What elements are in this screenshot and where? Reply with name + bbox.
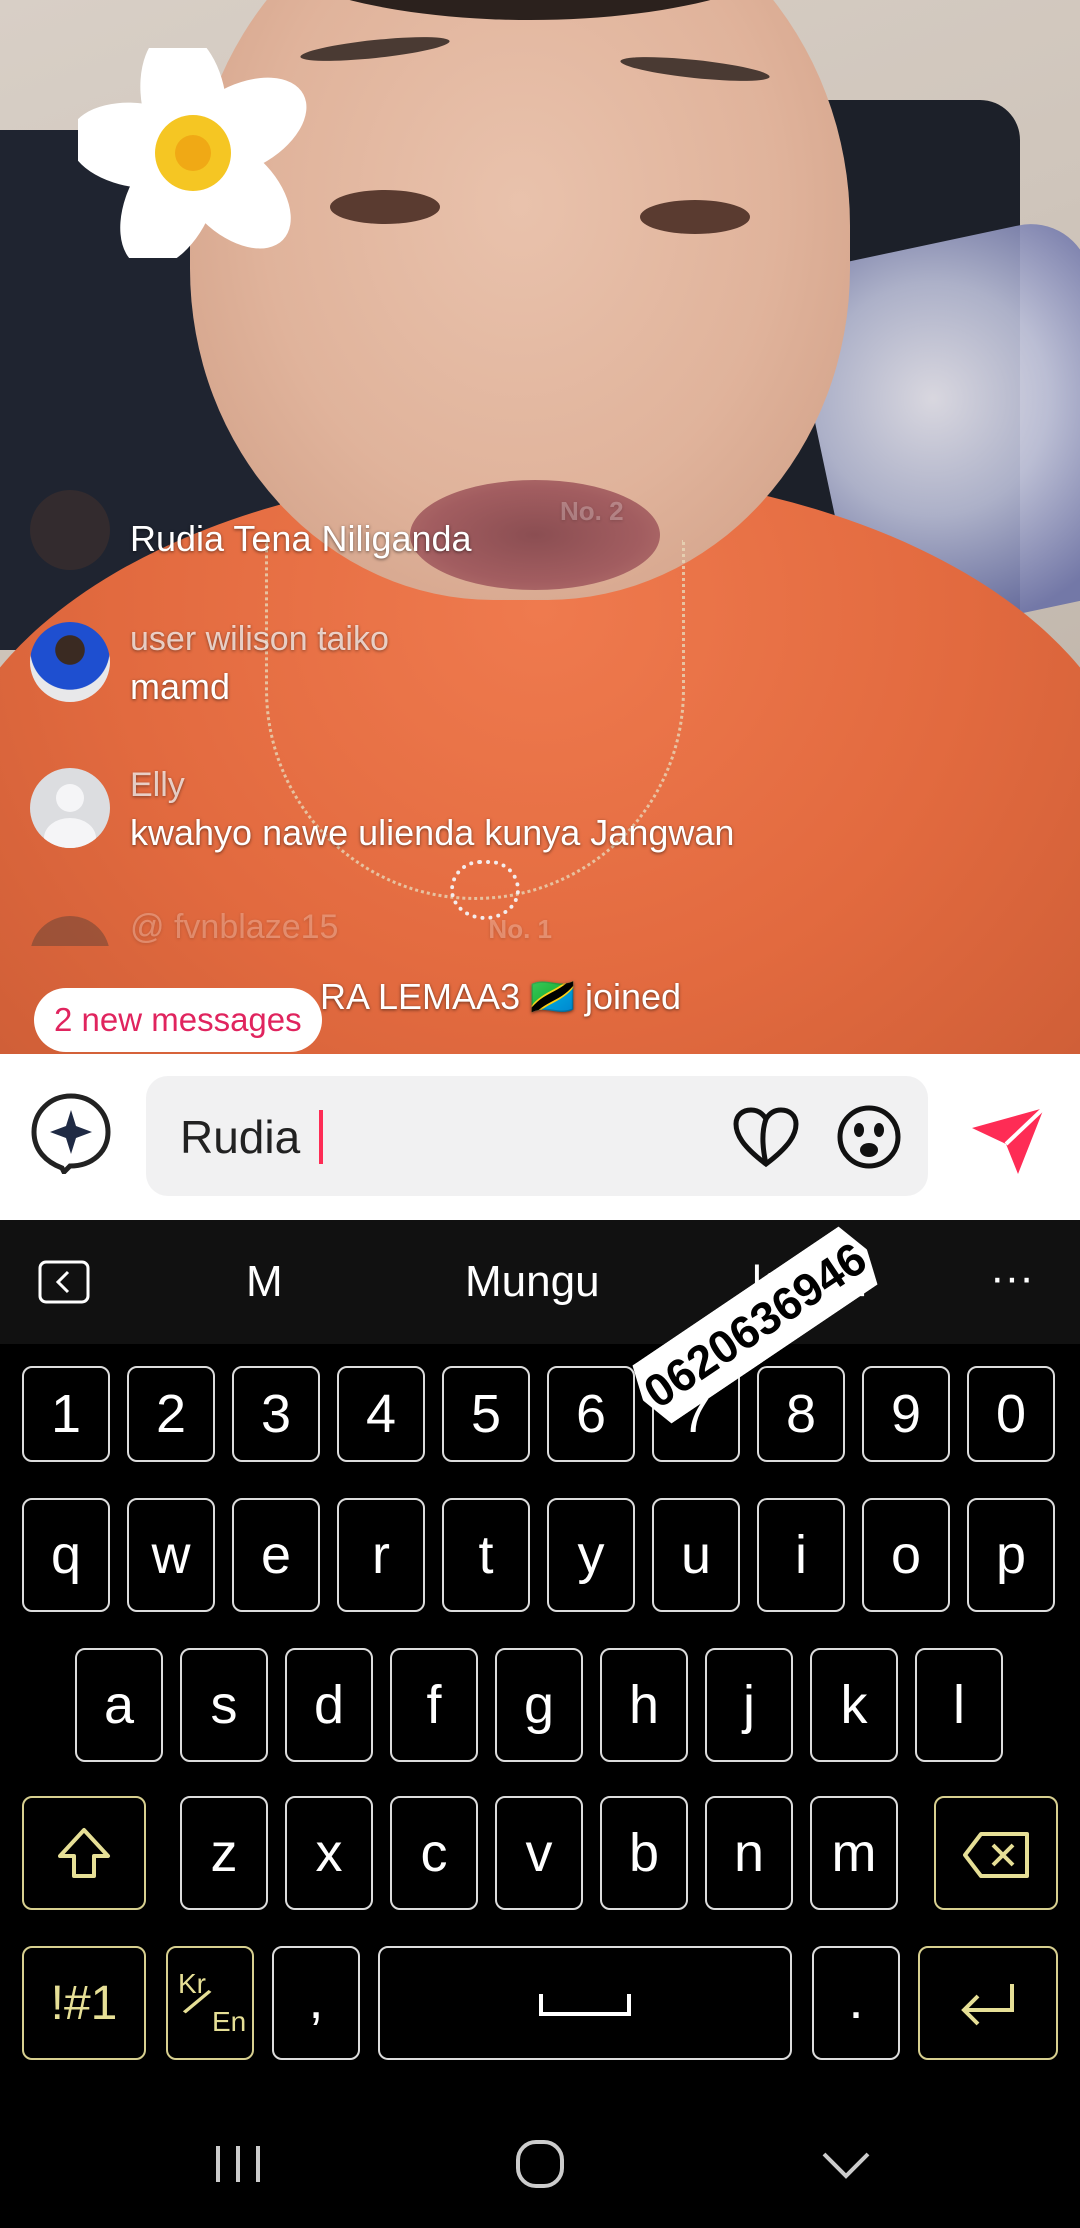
symbols-key[interactable]: !#1 (22, 1946, 146, 2060)
more-icon[interactable]: ··· (990, 1220, 1034, 1344)
comment-username[interactable]: user wilison taiko (130, 620, 389, 659)
comment-avatar[interactable] (30, 622, 110, 702)
enter-icon (961, 1984, 1014, 2026)
comment-text: Rudia Tena Niliganda (130, 518, 472, 559)
key-3[interactable]: 3 (232, 1366, 320, 1462)
comment-text: kwahyo nawe ulienda kunya Jangwan (130, 812, 735, 853)
default-avatar-icon (44, 784, 96, 848)
suggestion-item[interactable]: Mungu (465, 1220, 600, 1344)
language-key[interactable]: Kr / En (166, 1946, 254, 2060)
comment-avatar[interactable] (30, 768, 110, 848)
comment-avatar[interactable] (30, 916, 110, 946)
comment-username[interactable]: Elly (130, 766, 185, 805)
key-t[interactable]: t (442, 1498, 530, 1612)
key-m[interactable]: m (810, 1796, 898, 1910)
video-eye-right (640, 200, 750, 234)
key-y[interactable]: y (547, 1498, 635, 1612)
key-w[interactable]: w (127, 1498, 215, 1612)
key-z[interactable]: z (180, 1796, 268, 1910)
comment-avatar[interactable] (30, 490, 110, 570)
video-eye-left (330, 190, 440, 224)
key-l[interactable]: l (915, 1648, 1003, 1762)
comment-input-value: Rudia (180, 1110, 323, 1164)
key-e[interactable]: e (232, 1498, 320, 1612)
enter-key[interactable] (918, 1946, 1058, 2060)
key-k[interactable]: k (810, 1648, 898, 1762)
comment-item[interactable]: user wilison taiko mamd (30, 620, 890, 720)
shift-icon (58, 1828, 110, 1878)
key-9[interactable]: 9 (862, 1366, 950, 1462)
key-b[interactable]: b (600, 1796, 688, 1910)
backspace-icon (963, 1832, 1029, 1878)
live-video[interactable]: No. 2 Rudia Tena Niliganda user wilison … (0, 0, 1080, 1054)
key-x[interactable]: x (285, 1796, 373, 1910)
key-6[interactable]: 6 (547, 1366, 635, 1462)
key-1[interactable]: 1 (22, 1366, 110, 1462)
back-icon[interactable] (38, 1260, 90, 1304)
backspace-key[interactable] (934, 1796, 1058, 1910)
suggestion-bar: M Mungu kulani ··· (0, 1220, 1080, 1344)
key-q[interactable]: q (22, 1498, 110, 1612)
comment-text: mamd (130, 666, 231, 707)
key-s[interactable]: s (180, 1648, 268, 1762)
comment-username[interactable]: @ fvnblaze15 No. 1 (130, 908, 552, 946)
comment-input[interactable]: Rudia (146, 1076, 928, 1196)
send-icon[interactable] (970, 1106, 1046, 1176)
key-r[interactable]: r (337, 1498, 425, 1612)
comment-item[interactable]: @ fvnblaze15 No. 1 (30, 906, 890, 946)
comma-key[interactable]: , (272, 1946, 360, 2060)
new-messages-pill[interactable]: 2 new messages (34, 988, 322, 1052)
key-2[interactable]: 2 (127, 1366, 215, 1462)
key-o[interactable]: o (862, 1498, 950, 1612)
key-p[interactable]: p (967, 1498, 1055, 1612)
keyboard: M Mungu kulani ··· 1234567890qwertyuiopa… (0, 1220, 1080, 2228)
key-4[interactable]: 4 (337, 1366, 425, 1462)
key-v[interactable]: v (495, 1796, 583, 1910)
space-key[interactable] (378, 1946, 792, 2060)
key-j[interactable]: j (705, 1648, 793, 1762)
key-5[interactable]: 5 (442, 1366, 530, 1462)
key-f[interactable]: f (390, 1648, 478, 1762)
key-d[interactable]: d (285, 1648, 373, 1762)
recents-icon[interactable] (208, 2134, 268, 2194)
comment-input-bar: Rudia (0, 1054, 1080, 1220)
key-u[interactable]: u (652, 1498, 740, 1612)
key-8[interactable]: 8 (757, 1366, 845, 1462)
text-caret (318, 1110, 323, 1164)
key-a[interactable]: a (75, 1648, 163, 1762)
space-icon (539, 1994, 631, 2016)
key-n[interactable]: n (705, 1796, 793, 1910)
flower-sticker-icon (78, 48, 307, 258)
key-c[interactable]: c (390, 1796, 478, 1910)
period-key[interactable]: . (812, 1946, 900, 2060)
shift-key[interactable] (22, 1796, 146, 1910)
emoji-icon[interactable] (836, 1104, 902, 1170)
comment-item[interactable]: No. 2 Rudia Tena Niliganda (30, 490, 890, 600)
key-g[interactable]: g (495, 1648, 583, 1762)
suggestion-item[interactable]: M (246, 1220, 283, 1344)
ai-sparkle-icon[interactable] (30, 1092, 112, 1174)
system-nav-bar (0, 2100, 1080, 2228)
key-0[interactable]: 0 (967, 1366, 1055, 1462)
key-i[interactable]: i (757, 1498, 845, 1612)
join-notice-text: RA LEMAA3 🇹🇿 joined (320, 976, 682, 1017)
home-icon[interactable] (510, 2134, 570, 2194)
comment-item[interactable]: Elly kwahyo nawe ulienda kunya Jangwan (30, 766, 890, 866)
nav-back-icon[interactable] (816, 2134, 876, 2194)
heart-icon[interactable] (732, 1106, 800, 1168)
key-h[interactable]: h (600, 1648, 688, 1762)
